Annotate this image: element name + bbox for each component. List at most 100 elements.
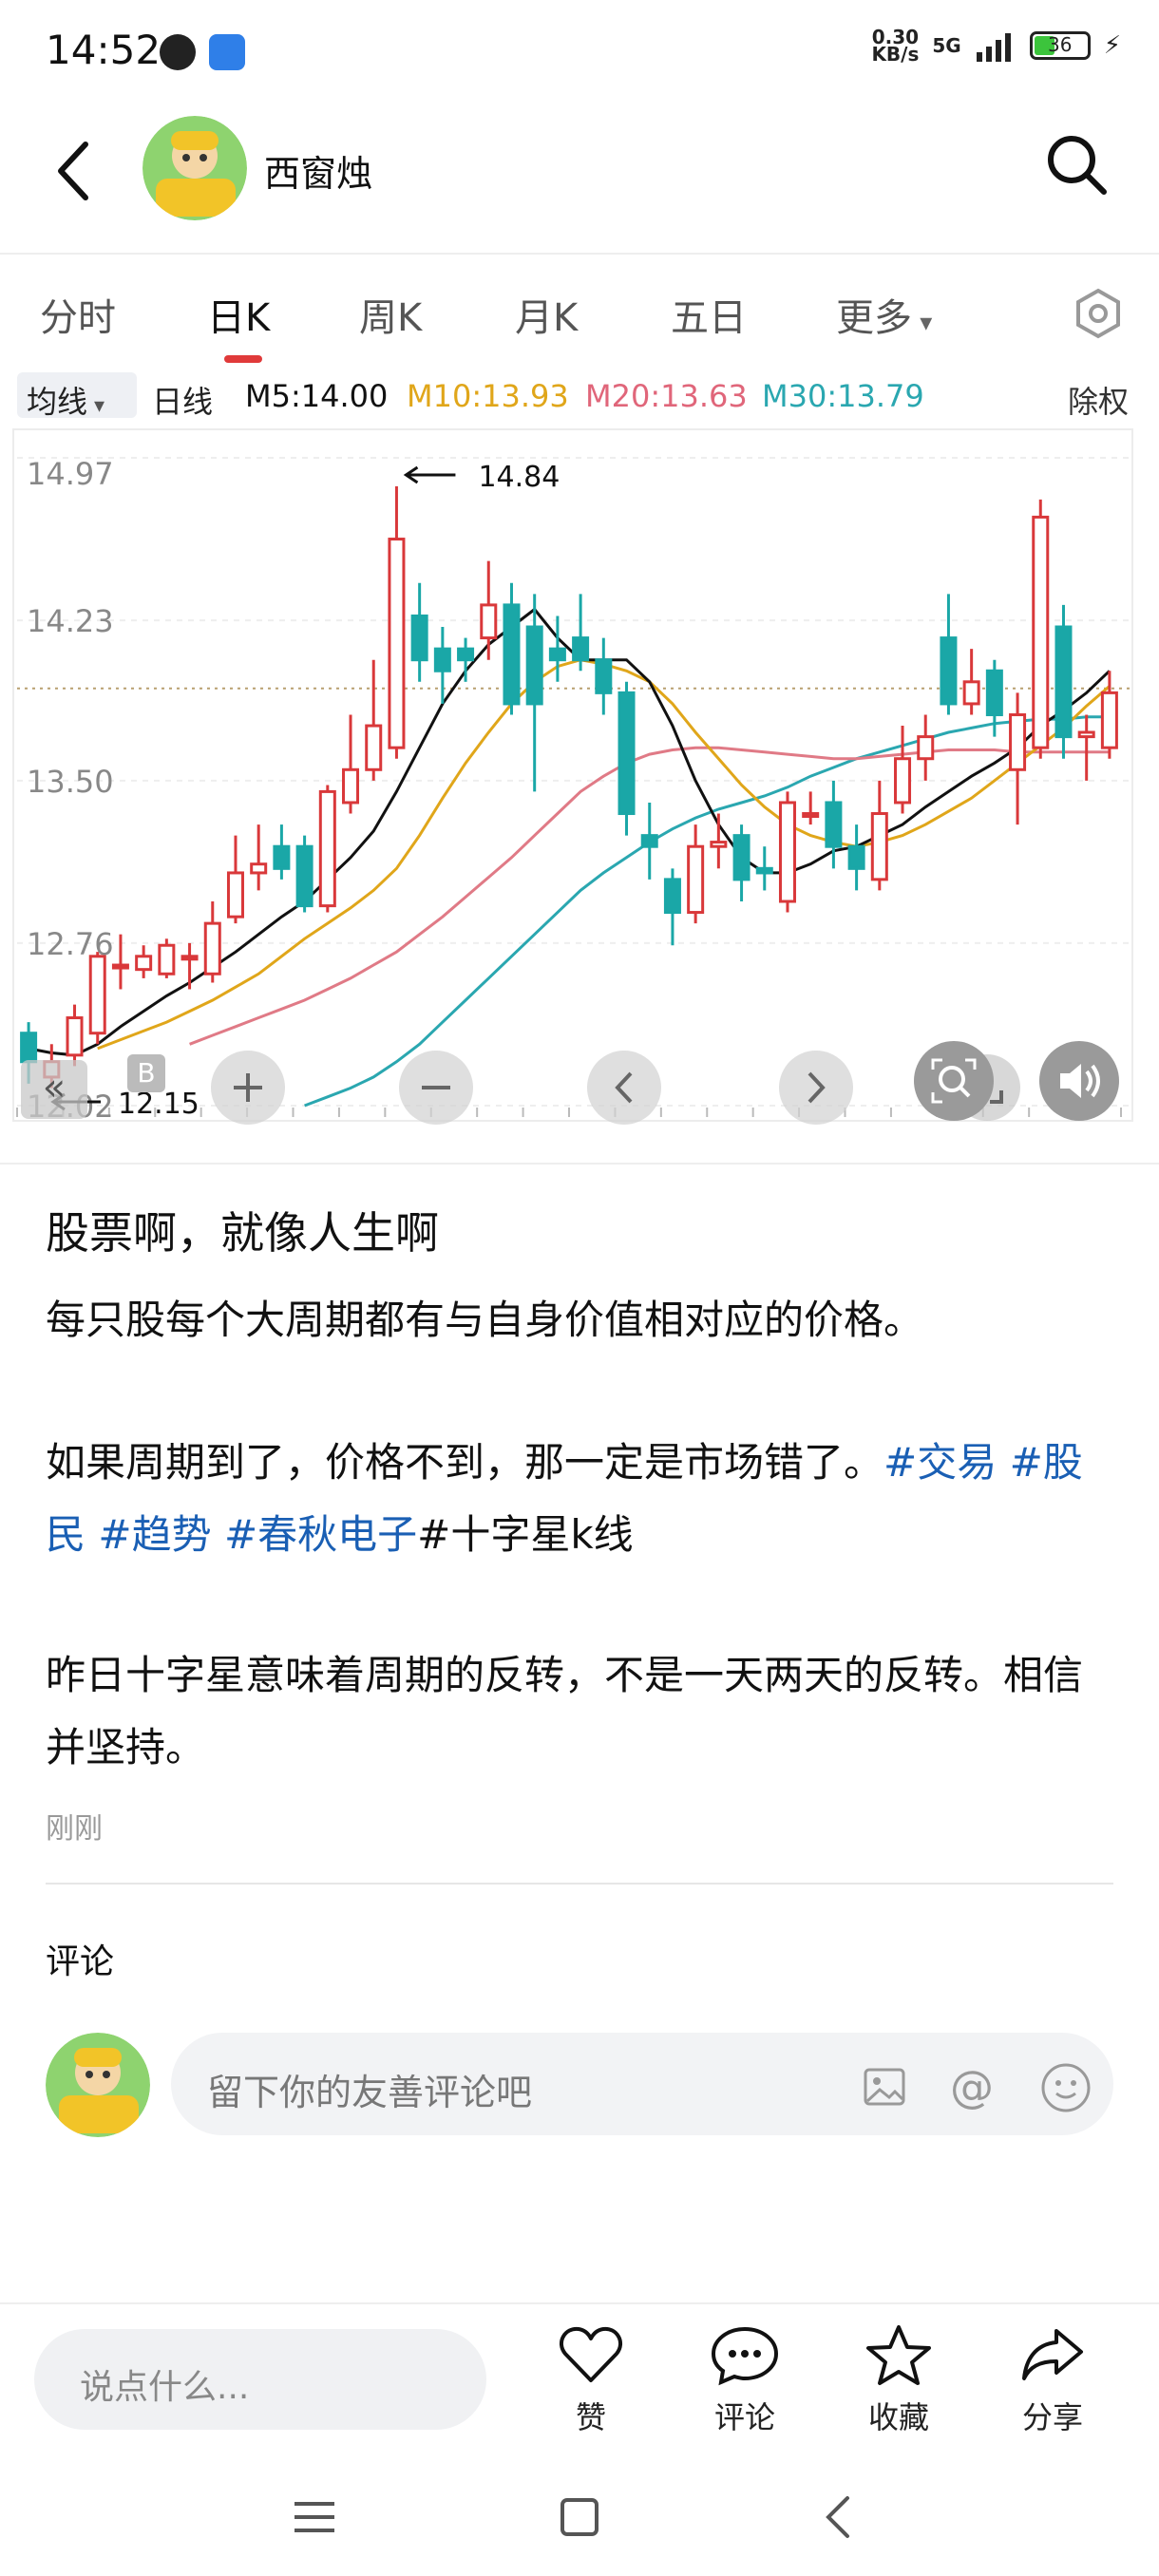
candle-body — [732, 834, 750, 881]
tab-weekly-k[interactable]: 周K — [359, 287, 422, 342]
menu-icon[interactable] — [291, 2498, 338, 2536]
screenshot-button[interactable] — [914, 1041, 994, 1121]
tab-five-day[interactable]: 五日 — [671, 287, 747, 342]
candle-body — [917, 735, 935, 761]
plus-icon — [234, 1073, 262, 1102]
search-icon — [1048, 136, 1107, 195]
smile-icon — [1041, 2063, 1091, 2112]
share-button[interactable]: 分享 — [996, 2323, 1110, 2437]
chart-frame — [12, 428, 1133, 1122]
candle-body — [778, 801, 796, 903]
candle-body — [595, 658, 613, 694]
comment-bubble-icon — [711, 2326, 779, 2386]
at-icon: @ — [950, 2061, 994, 2112]
adjust-button[interactable]: 除权 — [1068, 378, 1129, 422]
hashtag-trend[interactable]: #趋势 — [98, 1511, 211, 1558]
chevron-right-icon — [808, 1071, 826, 1104]
hashtag-doji: #十字星k线 — [417, 1511, 634, 1558]
image-button[interactable] — [861, 2063, 908, 2111]
scroll-left-button[interactable] — [587, 1051, 661, 1125]
comment-button[interactable]: 评论 — [688, 2323, 802, 2437]
candle-body — [433, 647, 451, 672]
favorite-label: 收藏 — [867, 2399, 929, 2435]
tab-more[interactable]: 更多 ▾ — [836, 287, 932, 342]
tab-more-label: 更多 — [836, 296, 912, 340]
candle-body — [894, 757, 912, 805]
candle-body — [88, 955, 106, 1035]
status-time: 14:52 — [46, 27, 162, 73]
period-tabs — [0, 256, 1159, 361]
post-paragraph-2: 如果周期到了，价格不到，那一定是市场错了。#交易 #股民 #趋势 #春秋电子#十… — [46, 1427, 1119, 1571]
ma-select-text: 均线 — [27, 384, 88, 420]
legend-m20: M20:13.63 — [585, 378, 748, 414]
candle-body — [525, 625, 543, 706]
home-icon[interactable] — [557, 2494, 602, 2540]
post-paragraph-2-text: 如果周期到了，价格不到，那一定是市场错了。 — [46, 1439, 884, 1486]
comment-label: 评论 — [713, 2399, 775, 2435]
candle-body — [388, 538, 406, 749]
tab-daily-k[interactable]: 日K — [207, 287, 270, 342]
y-tick-label: 12.76 — [27, 926, 114, 962]
tab-monthly-k[interactable]: 月K — [515, 287, 578, 342]
candle-body — [457, 647, 475, 662]
chart-first-button[interactable]: « — [21, 1060, 87, 1119]
favorite-button[interactable]: 收藏 — [842, 2323, 956, 2437]
heart-icon — [560, 2326, 622, 2382]
hexagon-settings-icon — [1076, 288, 1120, 339]
username[interactable]: 西窗烛 — [264, 144, 372, 197]
sound-button[interactable] — [1039, 1041, 1119, 1121]
mention-button[interactable]: @ — [950, 2061, 1001, 2112]
candle-body — [480, 603, 498, 640]
candle-body — [342, 767, 360, 805]
scroll-right-button[interactable] — [779, 1051, 853, 1125]
hashtag-trade[interactable]: #交易 — [884, 1439, 997, 1486]
network-type: 5G — [932, 34, 961, 57]
share-label: 分享 — [1021, 2399, 1083, 2435]
comment-placeholder: 留下你的友善评论吧 — [207, 2072, 533, 2113]
candle-body — [111, 963, 129, 970]
hashtag-chunqiu[interactable]: #春秋电子 — [224, 1511, 417, 1558]
candle-body — [802, 812, 820, 819]
avatar-image — [46, 2033, 150, 2137]
minus-icon — [422, 1086, 450, 1089]
scan-icon — [931, 1058, 977, 1104]
candle-body — [962, 680, 980, 706]
system-nav-bar — [0, 2445, 1159, 2576]
y-tick-label: 13.50 — [27, 764, 114, 800]
emoji-button[interactable] — [1039, 2061, 1092, 2114]
legend-m30: M30:13.79 — [762, 378, 924, 414]
candle-body — [618, 691, 636, 816]
post-time: 刚刚 — [46, 1812, 103, 1846]
candle-body — [503, 603, 521, 706]
like-label: 赞 — [575, 2399, 606, 2435]
caret-down-icon: ▾ — [87, 394, 105, 418]
chevron-left-icon — [58, 142, 88, 200]
ma10-line — [97, 658, 1111, 1051]
double-chevron-left-icon: « — [42, 1066, 66, 1109]
battery-icon: 36 — [1029, 31, 1091, 60]
like-button[interactable]: 赞 — [534, 2323, 648, 2437]
low-marker-label: 12.15 — [118, 1088, 200, 1121]
chart-settings-button[interactable] — [1072, 287, 1125, 340]
candle-body — [226, 871, 244, 919]
candle-body — [870, 812, 888, 881]
candle-body — [663, 878, 681, 915]
zoom-in-button[interactable] — [211, 1051, 285, 1125]
candle-body — [66, 1016, 84, 1057]
signal-icon — [976, 33, 1011, 62]
candle-body — [203, 921, 221, 975]
avatar[interactable] — [142, 116, 247, 220]
candle-body — [825, 801, 843, 848]
clock-app-icon — [160, 34, 196, 70]
candle-body — [1100, 691, 1118, 749]
zoom-out-button[interactable] — [399, 1051, 473, 1125]
tab-intraday[interactable]: 分时 — [40, 287, 116, 342]
back-nav-icon[interactable] — [819, 2492, 857, 2542]
back-button[interactable] — [48, 133, 104, 209]
candle-body — [295, 844, 314, 908]
search-button[interactable] — [1041, 129, 1113, 201]
candle-body — [1032, 515, 1050, 749]
net-speed-unit: KB/s — [871, 43, 920, 66]
chevron-left-icon — [615, 1071, 633, 1104]
ma-select-label[interactable]: 均线 ▾ — [27, 378, 104, 422]
